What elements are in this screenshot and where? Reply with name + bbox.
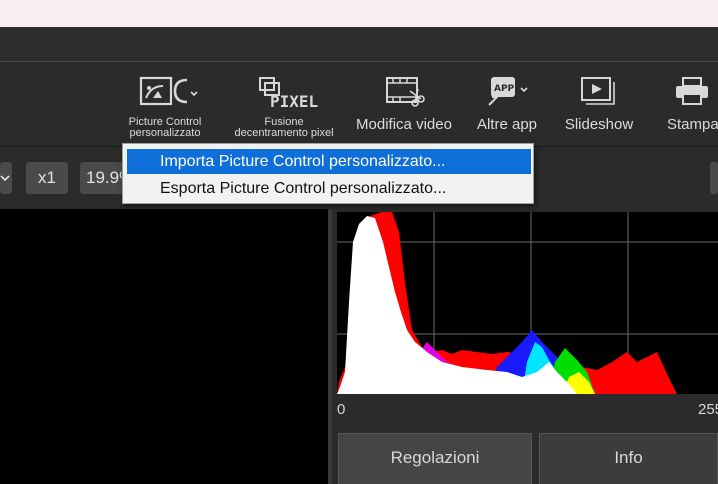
video-edit-icon <box>386 77 425 107</box>
tool-label: decentramento pixel <box>234 127 334 139</box>
slideshow-icon <box>581 77 615 105</box>
image-preview <box>0 209 328 484</box>
menu-strip <box>0 27 718 61</box>
tool-label: personalizzato <box>129 127 201 139</box>
tool-label: Modifica video <box>356 116 452 133</box>
tool-label: Slideshow <box>564 116 634 133</box>
pixel-shift-button[interactable]: PIXEL Fusione decentramento pixel <box>222 62 346 146</box>
printer-icon <box>676 77 708 105</box>
histogram-axis-max: 255 <box>698 401 718 418</box>
slideshow-button[interactable]: Slideshow <box>556 62 642 146</box>
picture-control-button[interactable]: Picture Control personalizzato <box>116 62 214 146</box>
menu-item-export[interactable]: Esporta Picture Control personalizzato..… <box>127 176 531 201</box>
app-icon: APP <box>488 77 528 106</box>
tab-regolazioni[interactable]: Regolazioni <box>338 433 532 484</box>
view-dropdown[interactable] <box>0 162 12 194</box>
app-icon-text: APP <box>494 84 515 94</box>
pixel-shift-icon: PIXEL <box>259 77 318 110</box>
other-apps-button[interactable]: APP Altre app <box>466 62 548 146</box>
tool-label: Altre app <box>476 116 538 133</box>
histogram <box>337 212 718 394</box>
histogram-axis-min: 0 <box>337 401 346 418</box>
tool-label: Stampa <box>667 116 718 133</box>
chevron-down-icon <box>0 175 10 182</box>
menu-item-import[interactable]: Importa Picture Control personalizzato..… <box>127 149 531 174</box>
histogram-graph <box>337 212 718 394</box>
window-title-bar <box>0 0 718 27</box>
print-button[interactable]: Stampa <box>664 62 718 146</box>
edit-video-button[interactable]: Modifica video <box>351 62 457 146</box>
zoom-x1-button[interactable]: x1 <box>26 162 68 194</box>
picture-control-icon <box>139 76 198 106</box>
pixel-icon-text: PIXEL <box>270 92 318 110</box>
picture-control-dropdown-menu: Importa Picture Control personalizzato..… <box>122 143 534 204</box>
tab-info[interactable]: Info <box>539 433 718 484</box>
main-toolbar: Picture Control personalizzato PIXEL Fus… <box>0 62 718 146</box>
right-control[interactable] <box>710 162 718 194</box>
zoom-value-field[interactable]: 19.9% <box>80 162 126 194</box>
